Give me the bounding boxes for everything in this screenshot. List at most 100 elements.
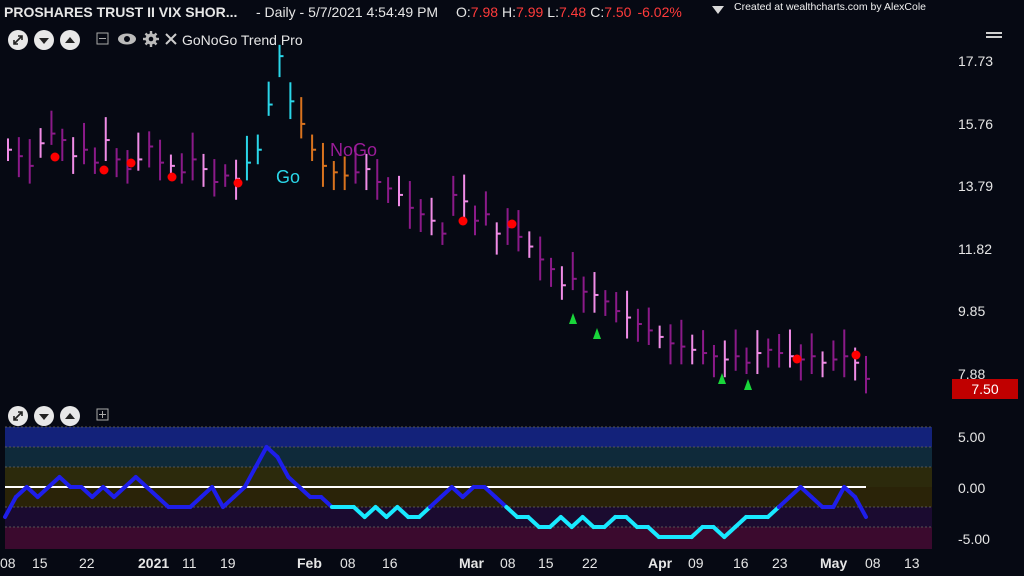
last-price-tag: 7.50 bbox=[952, 379, 1018, 399]
nogo-countertrend-dot bbox=[233, 178, 243, 188]
osc-band bbox=[5, 467, 932, 487]
pane-up-icon[interactable] bbox=[60, 406, 80, 426]
oscillator-segment bbox=[319, 495, 334, 509]
oscillator-segment bbox=[122, 475, 138, 489]
x-axis-label: 16 bbox=[733, 555, 749, 571]
oscillator-segment bbox=[155, 495, 171, 509]
oscillator-segment bbox=[809, 495, 825, 509]
oscillator-segment bbox=[13, 485, 29, 499]
oscillator-segment bbox=[624, 515, 640, 529]
price-axis-label: 9.85 bbox=[958, 303, 986, 319]
x-axis-label: Mar bbox=[459, 555, 484, 571]
oscillator-segment bbox=[231, 485, 247, 499]
nogo-countertrend-dot bbox=[851, 350, 861, 360]
nogo-countertrend-dot bbox=[50, 152, 60, 162]
osc-axis-label: 5.00 bbox=[958, 429, 986, 445]
nogo-label: NoGo bbox=[330, 140, 378, 160]
oscillator-segment bbox=[351, 505, 367, 519]
oscillator-segment bbox=[602, 515, 618, 529]
x-axis-label: 08 bbox=[500, 555, 516, 571]
oscillator-segment bbox=[689, 525, 705, 539]
x-axis-label: Apr bbox=[648, 555, 673, 571]
change-percent: -6.02% bbox=[637, 4, 682, 20]
oscillator-segment bbox=[569, 515, 585, 529]
credit-text: Created at wealthcharts.com by AlexCole bbox=[734, 1, 927, 13]
pane-up-icon[interactable] bbox=[60, 30, 80, 50]
interval-time: - Daily - 5/7/2021 4:54:49 PM bbox=[256, 4, 439, 20]
oscillator-segment bbox=[558, 515, 574, 529]
x-axis-label: 15 bbox=[538, 555, 554, 571]
x-axis-label: 19 bbox=[220, 555, 236, 571]
indicator-name: GoNoGo Trend Pro bbox=[182, 32, 303, 48]
price-chart[interactable] bbox=[0, 0, 1024, 576]
remove-indicator-icon[interactable] bbox=[164, 32, 178, 46]
oscillator-segment bbox=[395, 505, 411, 519]
oscillator-segment bbox=[831, 485, 847, 509]
oscillator-segment bbox=[79, 485, 95, 499]
nogo-countertrend-dot bbox=[507, 219, 517, 229]
oscillator-segment bbox=[646, 525, 661, 539]
collapse-header-icon[interactable] bbox=[712, 6, 724, 14]
oscillator-segment bbox=[90, 485, 106, 499]
x-axis-label: 08 bbox=[865, 555, 881, 571]
osc-axis-label: -5.00 bbox=[958, 531, 990, 547]
oscillator-segment bbox=[133, 475, 149, 489]
oscillator-segment bbox=[711, 525, 727, 539]
oscillator-segment bbox=[842, 485, 858, 499]
oscillator-segment bbox=[199, 485, 215, 499]
oscillator-segment bbox=[384, 505, 400, 519]
oscillator-segment bbox=[188, 495, 204, 509]
osc-band bbox=[5, 507, 932, 527]
oscillator-segment bbox=[210, 485, 225, 509]
symbol-name[interactable]: PROSHARES TRUST II VIX SHOR... bbox=[4, 4, 237, 20]
oscillator-segment bbox=[46, 475, 62, 489]
menu-icon[interactable] bbox=[986, 32, 1002, 42]
move-pane-icon[interactable] bbox=[8, 30, 28, 50]
oscillator-segment bbox=[362, 505, 378, 519]
oscillator-segment bbox=[526, 515, 542, 529]
oscillator-segment bbox=[57, 475, 73, 489]
oscillator-segment bbox=[101, 485, 116, 499]
oscillator-segment bbox=[220, 495, 236, 509]
oscillator-segment bbox=[765, 505, 781, 519]
oscillator-segment bbox=[493, 495, 509, 509]
osc-band bbox=[5, 487, 932, 507]
nogo-countertrend-dot bbox=[458, 216, 468, 226]
x-axis-label: 23 bbox=[772, 555, 788, 571]
oscillator-segment bbox=[286, 475, 302, 489]
move-pane-icon[interactable] bbox=[8, 406, 28, 426]
go-countertrend-triangle bbox=[569, 313, 577, 324]
oscillator-segment bbox=[787, 485, 803, 499]
oscillator-segment bbox=[460, 485, 476, 499]
oscillator-segment bbox=[242, 465, 258, 489]
oscillator-segment bbox=[144, 485, 160, 499]
x-axis-label: 15 bbox=[32, 555, 48, 571]
pane-down-icon[interactable] bbox=[34, 30, 54, 50]
x-axis-label: 22 bbox=[79, 555, 95, 571]
go-countertrend-triangle bbox=[593, 328, 601, 339]
oscillator-segment bbox=[35, 485, 51, 499]
oscillator-chart[interactable] bbox=[0, 0, 1024, 576]
price-axis-label: 15.76 bbox=[958, 116, 994, 132]
chart-header: PROSHARES TRUST II VIX SHOR... - Daily -… bbox=[0, 0, 1024, 24]
expand-indicator-icon[interactable] bbox=[96, 408, 110, 422]
collapse-indicator-icon[interactable] bbox=[96, 32, 110, 46]
pane-down-icon[interactable] bbox=[34, 406, 54, 426]
go-label: Go bbox=[276, 167, 301, 187]
oscillator-segment bbox=[428, 495, 443, 509]
oscillator-segment bbox=[417, 505, 433, 519]
osc-axis-label: 0.00 bbox=[958, 480, 986, 496]
price-axis-label: 17.73 bbox=[958, 53, 994, 69]
oscillator-segment bbox=[438, 485, 454, 499]
x-axis-label: 08 bbox=[340, 555, 356, 571]
visibility-eye-icon[interactable] bbox=[117, 31, 137, 47]
x-axis-label: 13 bbox=[904, 555, 920, 571]
price-axis-label: 13.79 bbox=[958, 178, 994, 194]
x-axis-label: May bbox=[820, 555, 848, 571]
x-axis-label: 16 bbox=[382, 555, 398, 571]
go-countertrend-triangle bbox=[718, 373, 726, 384]
oscillator-segment bbox=[111, 485, 127, 499]
settings-gear-icon[interactable] bbox=[143, 31, 159, 47]
x-axis-label: 22 bbox=[582, 555, 598, 571]
oscillator-segment bbox=[449, 485, 465, 499]
